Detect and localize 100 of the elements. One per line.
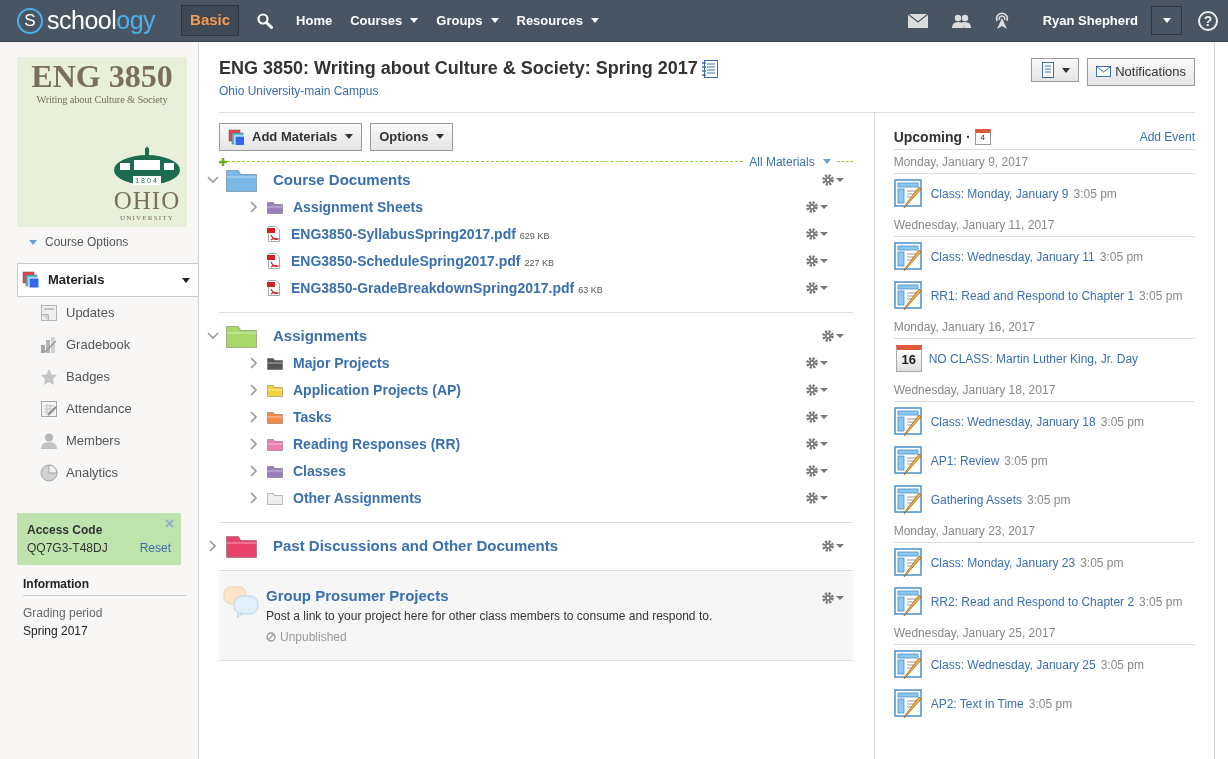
event-time: 3:05 pm	[1139, 288, 1183, 303]
chevron-right-icon[interactable]	[250, 411, 258, 423]
folder-title[interactable]: Reading Responses (RR)	[293, 433, 461, 455]
add-event-link[interactable]: Add Event	[1139, 128, 1195, 146]
file-link[interactable]: ENG3850-SyllabusSpring2017.pdf	[291, 223, 516, 245]
gear-menu-icon[interactable]	[804, 281, 829, 295]
file-size: 227 KB	[524, 256, 555, 270]
sidebar-nav-item[interactable]: Badges	[17, 361, 199, 393]
plan-badge[interactable]: Basic	[181, 5, 240, 36]
gear-menu-icon[interactable]	[820, 329, 845, 343]
event-time: 3:05 pm	[1028, 696, 1073, 711]
options-button[interactable]: Options	[370, 123, 454, 151]
people-icon[interactable]	[950, 13, 971, 28]
add-materials-button[interactable]: Add Materials	[219, 123, 363, 151]
date-heading: Wednesday, January 25, 2017	[893, 621, 1195, 645]
nav-menu-item[interactable]: Home	[296, 10, 333, 31]
status-label: Unpublished	[280, 629, 347, 646]
gear-menu-icon[interactable]	[820, 539, 845, 553]
date-heading: Monday, January 23, 2017	[893, 519, 1195, 543]
folder-title[interactable]: Major Projects	[293, 352, 390, 374]
event-link[interactable]: Class: Wednesday, January 25	[930, 657, 1096, 672]
gear-menu-icon[interactable]	[804, 383, 829, 397]
access-code-title: Access Code	[27, 522, 103, 539]
event-link[interactable]: RR2: Read and Respond to Chapter 2	[930, 594, 1135, 609]
course-options-link[interactable]: Course Options	[29, 235, 198, 249]
event-time: 3:05 pm	[1100, 414, 1144, 429]
event-link[interactable]: Class: Monday, January 23	[930, 555, 1076, 570]
add-icon[interactable]	[219, 157, 227, 166]
chevron-right-icon[interactable]	[250, 492, 258, 504]
chevron-right-icon[interactable]	[250, 465, 258, 477]
folder-title[interactable]: Past Discussions and Other Documents	[273, 534, 821, 558]
gear-menu-icon[interactable]	[804, 254, 829, 268]
folder-title[interactable]: Course Documents	[273, 168, 821, 192]
help-icon[interactable]: ?	[1198, 10, 1218, 31]
folder-title[interactable]: Assignments	[273, 324, 821, 348]
search-icon[interactable]	[257, 12, 274, 29]
calendar-icon: 16	[895, 345, 922, 372]
file-link[interactable]: ENG3850-ScheduleSpring2017.pdf	[291, 250, 521, 272]
campus-link[interactable]: Ohio University-main Campus	[219, 81, 379, 100]
chevron-right-icon[interactable]	[250, 201, 258, 213]
materials-icon	[228, 128, 244, 145]
nav-menu-item[interactable]: Courses	[350, 10, 419, 31]
user-name[interactable]: Ryan Shepherd	[1042, 10, 1138, 31]
folder-title[interactable]: Application Projects (AP)	[293, 379, 462, 401]
event-link[interactable]: RR1: Read and Respond to Chapter 1	[930, 288, 1135, 303]
filter-dropdown[interactable]: All Materials	[743, 152, 837, 171]
chevron-right-icon[interactable]	[250, 384, 258, 396]
course-image-subtitle: Writing about Culture & Society	[35, 93, 169, 107]
gear-menu-icon[interactable]	[804, 410, 829, 424]
event-link[interactable]: Class: Wednesday, January 11	[930, 249, 1095, 264]
event-link[interactable]: Gathering Assets	[930, 492, 1023, 507]
sidebar-nav-item[interactable]: Members	[17, 425, 199, 457]
gear-menu-icon[interactable]	[804, 491, 829, 505]
notifications-button[interactable]: Notifications	[1087, 58, 1195, 86]
gear-menu-icon[interactable]	[804, 227, 829, 241]
notebook-icon[interactable]	[701, 59, 718, 78]
folder-title[interactable]: Classes	[293, 460, 346, 482]
chevron-right-icon[interactable]	[250, 438, 258, 450]
sidebar-nav-item[interactable]: Gradebook	[17, 329, 199, 361]
view-menu-button[interactable]	[1031, 58, 1080, 82]
folder-title[interactable]: Tasks	[293, 406, 332, 428]
nav-menu-item[interactable]: Groups	[436, 10, 499, 31]
event-link[interactable]: Class: Wednesday, January 18	[930, 414, 1096, 429]
gear-menu-icon[interactable]	[820, 590, 845, 605]
event-link[interactable]: NO CLASS: Martin Luther King, Jr. Day	[928, 351, 1139, 366]
assignment-icon	[893, 547, 924, 578]
reset-link[interactable]: Reset	[139, 539, 171, 557]
chevron-down-icon[interactable]	[207, 332, 219, 340]
sidebar-nav-item[interactable]: Analytics	[17, 457, 199, 489]
gear-menu-icon[interactable]	[804, 437, 829, 451]
caret-icon	[182, 277, 190, 283]
event-link[interactable]: AP1: Review	[930, 453, 1000, 468]
logo-mark: S	[17, 7, 43, 34]
chevron-right-icon[interactable]	[209, 540, 217, 552]
gear-menu-icon[interactable]	[804, 200, 829, 214]
discussion-title[interactable]: Group Prosumer Projects	[266, 584, 449, 607]
user-menu-button[interactable]	[1151, 6, 1182, 35]
file-link[interactable]: ENG3850-GradeBreakdownSpring2017.pdf	[291, 277, 575, 299]
gear-menu-icon[interactable]	[804, 356, 829, 370]
calendar-icon[interactable]: 4	[974, 129, 991, 145]
caret-icon	[29, 239, 37, 245]
nav-menu-item[interactable]: Resources	[516, 10, 599, 31]
discussion-description: Post a link to your project here for other class members to consume and respond to.	[266, 608, 714, 625]
logo-wordmark[interactable]: schoology	[47, 8, 156, 33]
signal-icon[interactable]	[993, 11, 1010, 30]
chevron-down-icon[interactable]	[207, 176, 219, 184]
sidebar-nav-item[interactable]: Updates	[17, 297, 199, 329]
gear-menu-icon[interactable]	[820, 173, 845, 187]
event-link[interactable]: Class: Monday, January 9	[930, 186, 1069, 201]
gear-menu-icon[interactable]	[804, 464, 829, 478]
gradebook-icon	[40, 336, 58, 354]
folder-title[interactable]: Other Assignments	[293, 487, 422, 509]
event-link[interactable]: AP2: Text in Time	[930, 696, 1024, 711]
event-time: 3:05 pm	[1004, 453, 1048, 468]
chevron-right-icon[interactable]	[250, 357, 258, 369]
sidebar-nav-item[interactable]: Materials	[17, 263, 199, 297]
mail-icon[interactable]	[907, 13, 928, 28]
sidebar-nav-item[interactable]: Attendance	[17, 393, 199, 425]
assignment-icon	[893, 586, 924, 617]
folder-title[interactable]: Assignment Sheets	[293, 196, 423, 218]
